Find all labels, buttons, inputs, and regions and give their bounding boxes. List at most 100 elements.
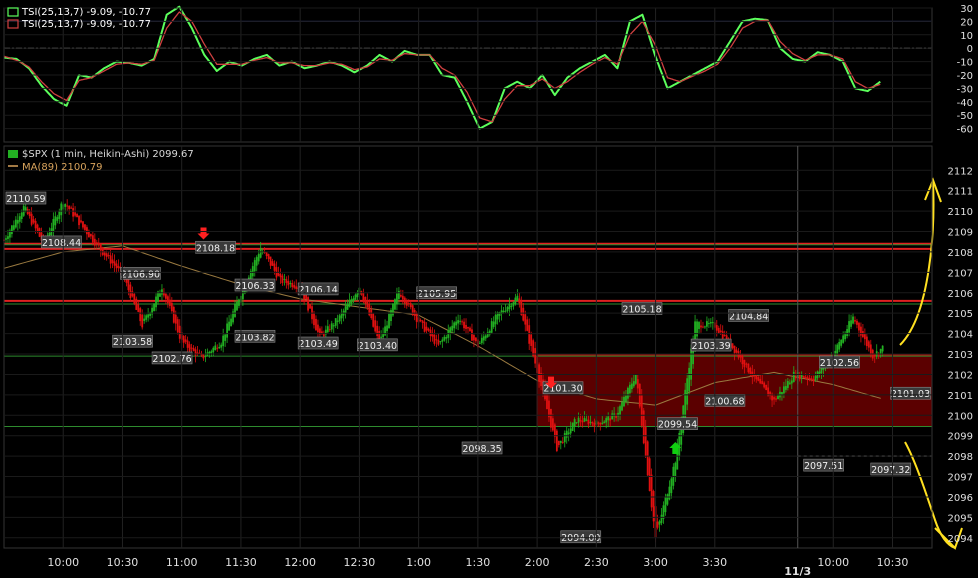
candle-body xyxy=(218,346,221,349)
candle-body xyxy=(95,242,98,244)
candle-body xyxy=(80,220,82,223)
price-and-tsi-chart: 2110.592108.44 2108.182106.902106.33 2106.… xyxy=(0,0,978,578)
candle-body xyxy=(553,424,556,437)
candle-body xyxy=(814,376,817,381)
candle-body xyxy=(352,298,355,302)
candle-body xyxy=(664,497,667,513)
candle-body xyxy=(34,220,37,229)
candle-body xyxy=(64,203,67,207)
candle-body xyxy=(7,236,9,239)
candle-body xyxy=(840,339,843,346)
candle-body xyxy=(133,293,136,304)
price-label-text: 2097.32 xyxy=(871,465,910,476)
candle-body xyxy=(259,248,262,258)
candle-body xyxy=(721,331,724,339)
candle-body xyxy=(514,297,517,305)
candle-body xyxy=(581,420,584,423)
candle-body xyxy=(127,278,130,291)
candle-body xyxy=(441,339,444,342)
candle-body xyxy=(309,303,311,309)
candle-body xyxy=(89,234,92,237)
x-tick-label-1: 10:30 xyxy=(107,556,139,569)
candle-body xyxy=(763,382,766,388)
price-label-22: 2101.03 xyxy=(890,386,931,400)
candle-body xyxy=(607,416,610,421)
candle-body xyxy=(376,325,379,337)
candle-body xyxy=(591,421,594,424)
price-legend-icon xyxy=(8,150,18,158)
candle-body xyxy=(14,219,17,228)
candle-body xyxy=(461,321,463,323)
candle-body xyxy=(338,315,341,322)
chart-background xyxy=(0,0,978,578)
tsi-y-tick-0: 30 xyxy=(960,4,973,15)
candle-body xyxy=(666,494,669,505)
candle-body xyxy=(433,334,436,344)
candle-body xyxy=(506,307,509,312)
candle-body xyxy=(117,265,120,268)
candle-body xyxy=(575,422,578,424)
candle-body xyxy=(696,321,698,337)
candle-body xyxy=(867,341,870,348)
candle-body xyxy=(690,348,693,380)
candle-body xyxy=(58,211,61,219)
candle-body xyxy=(178,325,181,339)
price-y-tick-10: 2102 xyxy=(948,370,973,381)
candle-body xyxy=(113,261,116,266)
candle-body xyxy=(295,286,298,289)
candle-body xyxy=(745,363,748,365)
candle-body xyxy=(455,321,458,326)
candle-body xyxy=(802,376,805,378)
candle-body xyxy=(145,315,148,320)
candle-body xyxy=(382,333,384,338)
candle-body xyxy=(74,212,76,216)
candle-body xyxy=(518,298,521,304)
candle-body xyxy=(38,228,41,237)
candle-body xyxy=(220,344,223,348)
candle-body xyxy=(863,334,866,340)
candle-body xyxy=(326,326,329,333)
price-y-tick-5: 2107 xyxy=(948,268,973,279)
price-label-17: 2099.54 xyxy=(657,417,698,431)
candle-body xyxy=(344,306,347,314)
price-y-tick-4: 2108 xyxy=(948,248,973,259)
candle-body xyxy=(348,299,351,307)
candle-body xyxy=(589,421,592,423)
candle-body xyxy=(601,422,604,424)
candle-body xyxy=(105,253,108,257)
price-label-text: 2103.39 xyxy=(691,341,730,352)
candle-body xyxy=(528,325,531,344)
candle-body xyxy=(390,309,392,322)
candle-body xyxy=(761,381,764,385)
candle-body xyxy=(480,337,483,344)
tsi-y-tick-6: -30 xyxy=(957,84,973,95)
candle-body xyxy=(784,386,787,390)
candle-body xyxy=(425,326,428,331)
price-y-tick-1: 2111 xyxy=(948,187,973,198)
candle-body xyxy=(234,304,236,317)
price-label-text: 2097.51 xyxy=(804,461,843,472)
candle-body xyxy=(777,395,779,400)
candle-body xyxy=(28,211,31,217)
candle-body xyxy=(429,329,432,336)
tsi-y-tick-9: -60 xyxy=(957,125,973,136)
price-label-1: 2108.44 xyxy=(41,235,82,249)
candle-body xyxy=(765,385,768,391)
candle-body xyxy=(573,419,576,427)
candle-body xyxy=(129,284,132,299)
candle-body xyxy=(12,225,15,230)
price-label-text: 2106.14 xyxy=(299,285,338,296)
candle-body xyxy=(686,378,689,405)
candle-body xyxy=(423,321,426,332)
candle-body xyxy=(623,396,625,407)
candle-body xyxy=(427,328,430,331)
price-label-text: 2098.35 xyxy=(462,444,501,455)
candle-body xyxy=(336,320,339,322)
candle-body xyxy=(512,302,515,307)
price-y-tick-7: 2105 xyxy=(948,309,973,320)
candle-body xyxy=(617,412,619,417)
candle-body xyxy=(759,378,762,384)
price-label-text: 2106.90 xyxy=(121,269,160,280)
price-label-6: 2105.95 xyxy=(416,286,457,300)
candle-body xyxy=(597,422,600,424)
